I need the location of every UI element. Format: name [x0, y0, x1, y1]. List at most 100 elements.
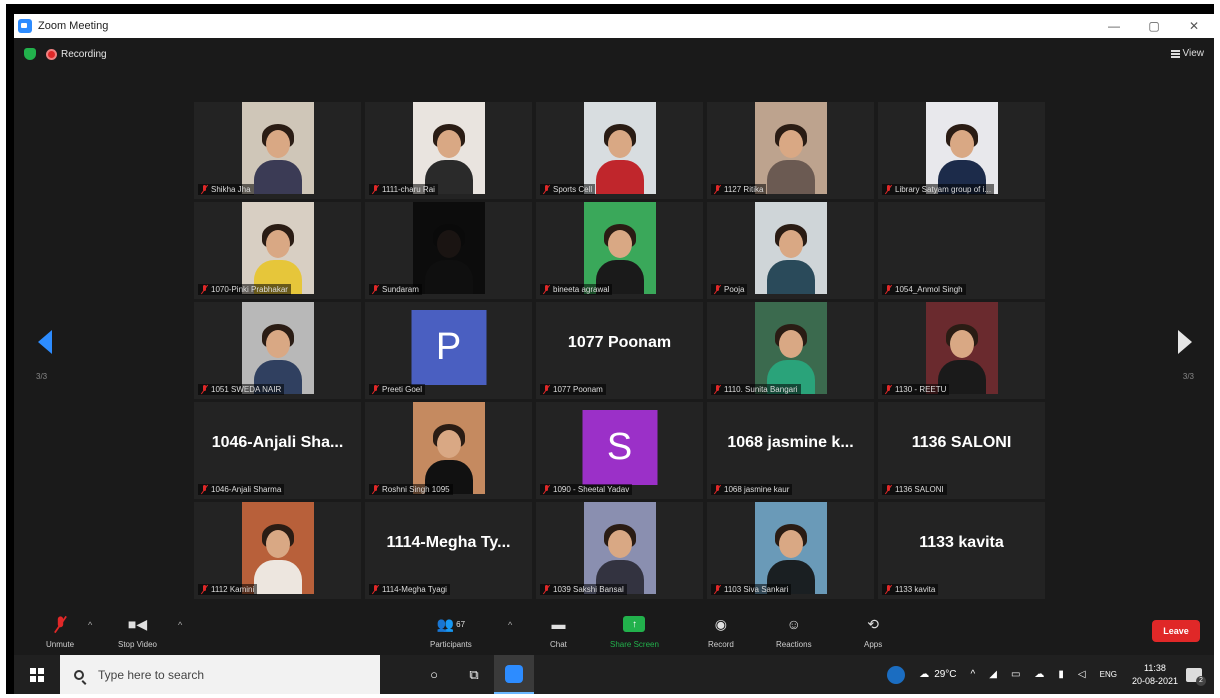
apps-icon: ⟲: [867, 615, 879, 632]
participants-count: 67: [456, 619, 466, 629]
zoom-taskbar-icon[interactable]: [494, 655, 534, 694]
participant-face: [265, 330, 290, 358]
unmute-button[interactable]: Unmute: [46, 614, 74, 649]
muted-mic-icon: [57, 614, 64, 634]
volume-icon[interactable]: ◁: [1078, 669, 1086, 680]
participant-name-label: 1051 SWEDA NAIR: [198, 384, 285, 395]
participant-tile[interactable]: 1046-Anjali Sha... 1046-Anjali Sharma: [194, 402, 361, 499]
taskbar-search-box[interactable]: Type here to search: [60, 655, 380, 694]
participants-options-caret-icon[interactable]: ^: [508, 620, 512, 630]
participant-name: 1068 jasmine kaur: [724, 485, 790, 494]
cortana-icon[interactable]: ○: [414, 655, 454, 694]
participant-name: 1112 Kamini: [211, 585, 255, 594]
participant-name: 1077 Poonam: [553, 385, 603, 394]
participant-body: [424, 260, 473, 294]
minimize-icon[interactable]: —: [1094, 14, 1134, 38]
participant-tile[interactable]: bineeta agrawal: [536, 202, 703, 299]
participant-video: [412, 202, 485, 294]
participant-tile[interactable]: P Preeti Goel: [365, 302, 532, 399]
task-view-icon[interactable]: ⧉: [454, 655, 494, 694]
close-icon[interactable]: ✕: [1174, 14, 1214, 38]
chat-button[interactable]: ▬ Chat: [550, 614, 567, 649]
participant-face: [607, 530, 632, 558]
participant-name: Pooja: [724, 285, 745, 294]
muted-mic-icon: [201, 285, 208, 294]
apps-button[interactable]: ⟲ Apps: [864, 614, 883, 650]
muted-mic-icon: [885, 285, 892, 294]
weather-cloud-icon[interactable]: ☁: [919, 669, 929, 680]
participant-tile[interactable]: 1077 Poonam 1077 Poonam: [536, 302, 703, 399]
muted-mic-icon: [543, 185, 550, 194]
notification-count: 2: [1196, 675, 1206, 686]
participant-face: [436, 230, 461, 258]
view-button[interactable]: View: [1170, 48, 1204, 59]
record-button[interactable]: ◉ Record: [708, 614, 734, 650]
participant-face: [436, 130, 461, 158]
search-placeholder: Type here to search: [98, 667, 205, 682]
participants-button[interactable]: 👥 67 Participants: [430, 614, 472, 650]
participant-name: 1090 - Sheetal Yadav: [553, 485, 630, 494]
participant-tile[interactable]: 1111-charu Rai: [365, 102, 532, 199]
participant-tile[interactable]: Shikha Jha: [194, 102, 361, 199]
video-options-caret-icon[interactable]: ^: [178, 620, 182, 630]
show-hidden-icons-chevron-icon[interactable]: ^: [971, 669, 976, 680]
participant-tile[interactable]: 1068 jasmine k... 1068 jasmine kaur: [707, 402, 874, 499]
shield-icon[interactable]: [24, 48, 36, 60]
previous-page-arrow-icon[interactable]: [38, 330, 52, 354]
participant-tile[interactable]: 1130 - REETU: [878, 302, 1045, 399]
language-indicator[interactable]: ENG: [1100, 670, 1117, 679]
share-screen-button[interactable]: ↑ Share Screen: [610, 614, 659, 649]
participant-tile[interactable]: Roshni Singh 1095: [365, 402, 532, 499]
participant-tile[interactable]: 1039 Sakshi Bansal: [536, 502, 703, 599]
notification-center-icon[interactable]: 2: [1186, 667, 1206, 686]
temperature[interactable]: 29°C: [934, 669, 956, 680]
participant-name-label: 1090 - Sheetal Yadav: [540, 484, 633, 495]
microphone-icon[interactable]: ▮: [1058, 669, 1064, 680]
leave-button[interactable]: Leave: [1152, 620, 1200, 642]
participant-tile[interactable]: 1112 Kamini: [194, 502, 361, 599]
participant-tile[interactable]: S 1090 - Sheetal Yadav: [536, 402, 703, 499]
unmute-label: Unmute: [46, 640, 75, 649]
page-indicator-right: 3/3: [1182, 372, 1194, 381]
onedrive-cloud-icon[interactable]: ☁: [1034, 669, 1044, 680]
participant-tile[interactable]: 1133 kavita 1133 kavita: [878, 502, 1045, 599]
participant-display-name: 1068 jasmine k...: [727, 434, 854, 451]
participant-tile[interactable]: 1114-Megha Ty... 1114-Megha Tyagi: [365, 502, 532, 599]
battery-icon[interactable]: ▭: [1011, 669, 1020, 680]
participant-tile[interactable]: Sundaram: [365, 202, 532, 299]
reactions-icon: ☺: [786, 616, 801, 632]
meeting-status-bar: Recording: [24, 48, 107, 60]
participant-name-label: Shikha Jha: [198, 184, 254, 195]
participant-name-label: bineeta agrawal: [540, 284, 613, 295]
app-tray-icon[interactable]: [887, 665, 906, 684]
participant-tile[interactable]: 1136 SALONI 1136 SALONI: [878, 402, 1045, 499]
recording-icon: [46, 48, 57, 60]
participant-name-label: 1111-charu Rai: [369, 184, 438, 195]
participant-tile[interactable]: 1127 Ritika: [707, 102, 874, 199]
participant-tile[interactable]: 1110. Sunita Bangari: [707, 302, 874, 399]
participant-tile[interactable]: 1051 SWEDA NAIR: [194, 302, 361, 399]
next-page-arrow-icon[interactable]: [1178, 330, 1192, 354]
participant-tile[interactable]: Library Satyam group of i...: [878, 102, 1045, 199]
network-icon[interactable]: ◢: [989, 669, 997, 680]
participant-name-label: 1054_Anmol Singh: [882, 284, 966, 295]
participant-tile[interactable]: Pooja: [707, 202, 874, 299]
windows-start-icon[interactable]: [30, 667, 44, 682]
participant-tile[interactable]: 1070-Pinki Prabhakar: [194, 202, 361, 299]
participant-tile[interactable]: Sports Cell: [536, 102, 703, 199]
reactions-button[interactable]: ☺ Reactions: [776, 614, 812, 649]
stop-video-button[interactable]: ■◀ Stop Video: [118, 614, 157, 650]
muted-mic-icon: [372, 585, 379, 594]
chat-icon: ▬: [551, 616, 566, 632]
participant-tile[interactable]: 1054_Anmol Singh: [878, 202, 1045, 299]
participant-name-label: Pooja: [711, 284, 748, 295]
audio-options-caret-icon[interactable]: ^: [88, 620, 92, 630]
participant-display-name: 1114-Megha Ty...: [386, 534, 511, 551]
window-controls: — ▢ ✕: [1094, 14, 1214, 38]
participant-video: [754, 302, 827, 394]
system-clock[interactable]: 11:38 20-08-2021: [1132, 662, 1178, 688]
participant-tile[interactable]: 1103 Siva Sankari: [707, 502, 874, 599]
maximize-icon[interactable]: ▢: [1134, 14, 1174, 38]
participant-video: [583, 502, 656, 594]
apps-label: Apps: [864, 640, 883, 649]
